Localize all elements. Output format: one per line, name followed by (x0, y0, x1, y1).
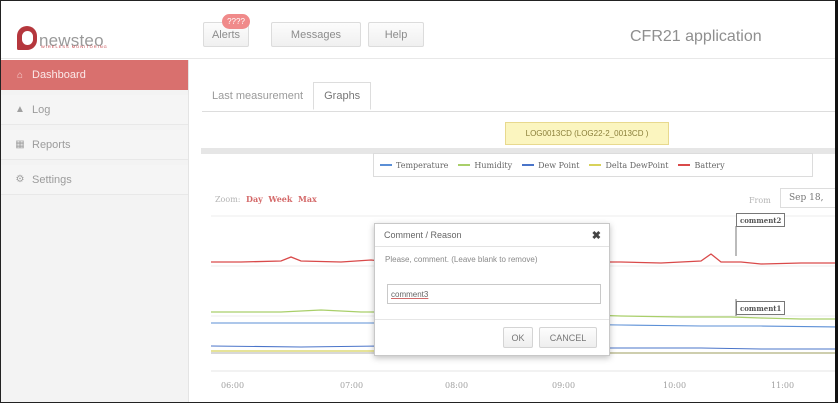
legend-label: Temperature (396, 160, 449, 170)
help-button-label: Help (384, 28, 408, 41)
messages-button-label: Messages (290, 28, 342, 41)
settings-icon: ⚙ (15, 174, 25, 185)
dialog-divider (375, 319, 609, 320)
tab-graphs[interactable]: Graphs (313, 82, 372, 110)
x-tick-label: 11:00 (771, 381, 795, 390)
legend-swatch (522, 164, 535, 166)
zoom-week-button[interactable]: Week (268, 194, 292, 204)
sidebar-item-dashboard[interactable]: ⌂ Dashboard (1, 60, 188, 90)
home-icon: ⌂ (16, 69, 24, 81)
tab-last-measurement[interactable]: Last measurement (202, 82, 313, 110)
legend-item-humidity[interactable]: Humidity (458, 161, 512, 170)
legend-swatch (458, 164, 471, 166)
messages-button[interactable]: Messages (271, 22, 361, 47)
legend-swatch (589, 164, 602, 166)
comment-input[interactable]: comment3 (387, 284, 601, 304)
legend-swatch (380, 164, 392, 166)
log-icon: ▲ (15, 104, 25, 115)
sidebar-item-label: Settings (32, 173, 72, 186)
close-icon[interactable]: ✖ (592, 229, 601, 242)
legend-item-temperature[interactable]: Temperature (380, 161, 448, 170)
brand-tagline: WIRELESS MONITORING (41, 44, 108, 49)
brand-logo[interactable]: newsteo WIRELESS MONITORING (17, 24, 107, 50)
help-button[interactable]: Help (368, 22, 424, 47)
sidebar-item-label: Reports (32, 138, 71, 151)
app-window: newsteo WIRELESS MONITORING Alerts ???? … (0, 0, 838, 403)
x-tick-label: 06:00 (221, 381, 245, 390)
annotation-comment1[interactable]: comment1 (736, 301, 786, 315)
sidebar-item-log[interactable]: ▲ Log (1, 95, 188, 125)
logger-selector[interactable]: LOG0013CD (LOG22-2_0013CD ) (505, 122, 669, 145)
legend-label: Delta DewPoint (605, 160, 669, 170)
sidebar: ⌂ Dashboard ▲ Log ▦ Reports ⚙ Settings (1, 60, 189, 402)
view-tabs: Last measurement Graphs (202, 82, 372, 112)
legend-item-battery[interactable]: Battery (678, 160, 725, 170)
sidebar-item-reports[interactable]: ▦ Reports (1, 130, 188, 160)
dialog-header: Comment / Reason ✖ (375, 224, 609, 247)
legend-label: Battery (694, 160, 725, 170)
sidebar-item-label: Log (32, 103, 51, 116)
x-tick-label: 10:00 (663, 381, 687, 390)
sidebar-item-settings[interactable]: ⚙ Settings (1, 165, 188, 195)
cancel-button[interactable]: CANCEL (539, 327, 597, 348)
app-title: CFR21 application (630, 28, 762, 45)
legend-item-dew-point[interactable]: Dew Point (522, 161, 579, 170)
zoom-day-button[interactable]: Day (246, 194, 263, 204)
alerts-button-label: Alerts (211, 28, 241, 41)
x-tick-label: 07:00 (340, 381, 364, 390)
legend-label: Humidity (474, 160, 513, 170)
chart-legend: Temperature Humidity Dew Point Delta Dew… (373, 153, 813, 177)
from-label: From (749, 196, 771, 205)
dialog-title: Comment / Reason (384, 230, 462, 240)
tab-divider (202, 111, 835, 112)
annotation-comment2[interactable]: comment2 (736, 213, 786, 227)
logo-mark-icon (17, 26, 37, 50)
ok-button[interactable]: OK (503, 327, 533, 348)
zoom-label: Zoom: (215, 195, 241, 204)
top-bar: newsteo WIRELESS MONITORING Alerts ???? … (1, 1, 835, 59)
zoom-max-button[interactable]: Max (298, 194, 317, 204)
reports-icon: ▦ (15, 139, 25, 150)
sidebar-item-label: Dashboard (32, 69, 86, 81)
dialog-message: Please, comment. (Leave blank to remove) (385, 255, 538, 264)
legend-item-delta-dewpoint[interactable]: Delta DewPoint (589, 161, 668, 170)
legend-swatch (678, 164, 691, 166)
comment-dialog: Comment / Reason ✖ Please, comment. (Lea… (374, 223, 610, 356)
zoom-controls: Zoom: Day Week Max (215, 194, 317, 204)
from-date-input[interactable]: Sep 18, (780, 188, 835, 208)
x-tick-label: 08:00 (445, 381, 469, 390)
alerts-badge: ???? (222, 14, 250, 29)
legend-label: Dew Point (538, 160, 580, 170)
comment-input-value: comment3 (391, 289, 429, 299)
x-tick-label: 09:00 (552, 381, 576, 390)
